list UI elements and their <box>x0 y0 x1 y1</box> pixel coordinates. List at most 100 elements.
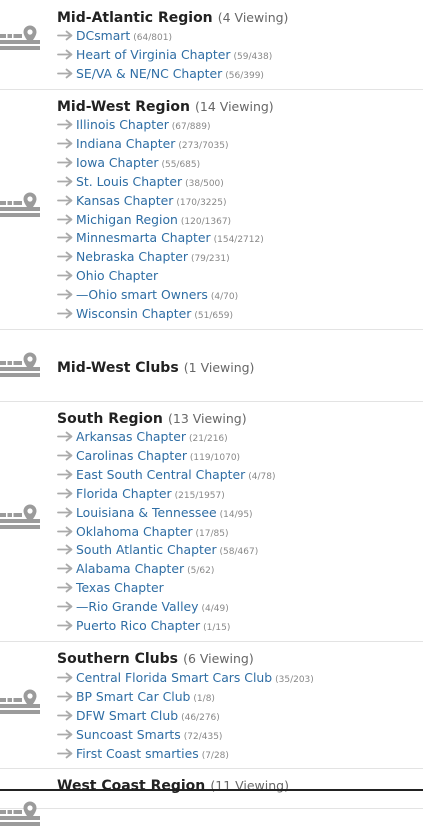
subforum-stats: (46/276) <box>181 713 220 723</box>
subforum-link[interactable]: Suncoast Smarts <box>76 727 181 742</box>
forum-section: Mid-Atlantic Region (4 Viewing) DCsmart(… <box>0 0 423 90</box>
subforum-item: Nebraska Chapter (79/231) <box>57 246 230 265</box>
subforum-item: DFW Smart Club (46/276) <box>57 705 220 724</box>
subforum-link[interactable]: Arkansas Chapter <box>76 429 186 444</box>
arrow-right-icon <box>57 157 73 168</box>
subforum-stats: (170/3225) <box>176 197 227 208</box>
subforum-item: Iowa Chapter (55/685) <box>57 152 200 171</box>
subforum-link[interactable]: Florida Chapter <box>76 486 172 501</box>
arrow-right-icon <box>57 526 73 536</box>
subforum-item: Heart of Virginia Chapter (59/438) <box>57 44 272 63</box>
subforum-item: BP Smart Car Club (1/8) <box>57 686 215 705</box>
subforum-item: East South Central Chapter (4/78) <box>57 464 275 483</box>
subforum-stats: (79/231) <box>190 254 230 265</box>
arrow-right-icon <box>57 469 73 480</box>
forum-title-link[interactable]: Mid-Atlantic Region <box>57 10 213 26</box>
subforum-link[interactable]: First Coast smarties <box>76 746 199 761</box>
subforum-link[interactable]: Puerto Rico Chapter <box>76 618 200 633</box>
subforum-item: Louisiana & Tennessee (14/95) <box>57 502 253 521</box>
subforum-link[interactable]: Heart of Virginia Chapter <box>76 47 231 62</box>
subforum-stats: (72/435) <box>183 732 223 742</box>
viewing-count: (1 Viewing) <box>183 360 255 375</box>
subforum-item: DCsmart (64/801) <box>57 25 172 44</box>
subforum-stats: (273/7035) <box>178 140 229 151</box>
subforum-link[interactable]: DCsmart <box>76 28 130 43</box>
subforum-stats: (17/85) <box>195 528 229 539</box>
arrow-right-icon <box>57 563 73 574</box>
subforum-link[interactable]: Louisiana & Tennessee <box>76 505 217 520</box>
subforum-item: Oklahoma Chapter (17/85) <box>57 521 229 540</box>
subforum-link[interactable]: St. Louis Chapter <box>76 174 182 189</box>
subforum-stats: (119/1070) <box>189 452 241 463</box>
subforum-link[interactable]: Minnesmarta Chapter <box>76 230 211 245</box>
forum-title-line: Southern Clubs (6 Viewing) <box>57 648 254 667</box>
subforum-link[interactable]: Illinois Chapter <box>76 117 169 132</box>
subforum-stats: (55/685) <box>161 159 201 170</box>
subforum-item: Puerto Rico Chapter (1/15) <box>57 615 230 634</box>
subforum-item: Florida Chapter (215/1957) <box>57 483 225 502</box>
subforum-stats: (58/467) <box>219 547 259 558</box>
arrow-right-icon <box>57 691 73 702</box>
arrow-right-icon <box>57 214 73 224</box>
subforum-link[interactable]: Nebraska Chapter <box>76 249 188 264</box>
subforum-link[interactable]: South Atlantic Chapter <box>76 542 217 557</box>
subforum-item: —Ohio smart Owners (4/70) <box>57 284 238 303</box>
arrow-right-icon <box>57 748 73 759</box>
subforum-stats: (215/1957) <box>174 490 225 501</box>
subforum-stats: (64/801) <box>133 33 172 43</box>
subforum-stats: (1/15) <box>203 623 231 633</box>
subforum-stats: (35/203) <box>275 675 314 685</box>
subforum-link[interactable]: Carolinas Chapter <box>76 448 187 463</box>
subforum-link[interactable]: East South Central Chapter <box>76 467 245 482</box>
viewing-count: (14 Viewing) <box>195 99 274 114</box>
subforum-stats: (5/62) <box>187 566 215 577</box>
forum-title-link[interactable]: Mid-West Region <box>57 99 190 115</box>
subforum-item: St. Louis Chapter (38/500) <box>57 171 224 190</box>
subforum-item: First Coast smarties (7/28) <box>57 743 229 762</box>
subforum-link[interactable]: Indiana Chapter <box>76 136 175 151</box>
forum-section: Mid-West Clubs (1 Viewing) <box>0 330 423 402</box>
forum-title-line: Mid-West Region (14 Viewing) <box>57 96 274 115</box>
map-pin-icon <box>0 25 40 50</box>
arrow-right-icon <box>57 544 73 555</box>
subforum-link[interactable]: DFW Smart Club <box>76 708 178 723</box>
subforum-link[interactable]: Texas Chapter <box>76 580 164 595</box>
subforum-link[interactable]: —Ohio smart Owners <box>76 287 208 302</box>
forum-title-link[interactable]: Mid-West Clubs <box>57 360 179 376</box>
subforum-link[interactable]: Michigan Region <box>76 212 178 227</box>
viewing-count: (4 Viewing) <box>217 10 289 25</box>
arrow-right-icon <box>57 601 73 612</box>
subforum-stats: (120/1367) <box>180 216 232 227</box>
arrow-right-icon <box>57 232 73 243</box>
forum-title-link[interactable]: West Coast Region <box>57 778 205 794</box>
subforum-link[interactable]: Central Florida Smart Cars Club <box>76 670 272 685</box>
subforum-link[interactable]: BP Smart Car Club <box>76 689 190 704</box>
forum-section: Southern Clubs (6 Viewing) Central Flori… <box>0 642 423 769</box>
subforum-link[interactable]: Iowa Chapter <box>76 155 158 170</box>
subforum-item: Indiana Chapter (273/7035) <box>57 133 228 152</box>
forum-section: Mid-West Region (14 Viewing) Illinois Ch… <box>0 90 423 330</box>
subforum-link[interactable]: Wisconsin Chapter <box>76 306 191 321</box>
subforum-item: Alabama Chapter (5/62) <box>57 558 214 577</box>
forum-title-link[interactable]: South Region <box>57 411 163 427</box>
subforum-link[interactable]: —Rio Grande Valley <box>76 599 198 614</box>
subforum-stats: (67/889) <box>171 122 211 132</box>
arrow-right-icon <box>57 308 73 319</box>
subforum-link[interactable]: SE/VA & NE/NC Chapter <box>76 66 222 81</box>
arrow-right-icon <box>57 270 73 281</box>
subforum-link[interactable]: Ohio Chapter <box>76 268 158 283</box>
subforum-link[interactable]: Oklahoma Chapter <box>76 524 193 539</box>
viewing-count: (6 Viewing) <box>183 651 254 666</box>
viewing-count: (13 Viewing) <box>167 411 247 426</box>
map-pin-icon <box>0 192 40 217</box>
subforum-link[interactable]: Kansas Chapter <box>76 193 173 208</box>
subforum-stats: (21/216) <box>188 434 228 444</box>
subforum-stats: (1/8) <box>193 694 215 704</box>
subforum-stats: (38/500) <box>185 178 224 189</box>
subforum-stats: (56/399) <box>225 71 264 81</box>
arrow-right-icon <box>57 582 73 593</box>
arrow-right-icon <box>57 138 73 149</box>
subforum-stats: (4/49) <box>201 604 229 615</box>
forum-title-link[interactable]: Southern Clubs <box>57 651 178 667</box>
subforum-link[interactable]: Alabama Chapter <box>76 561 184 576</box>
